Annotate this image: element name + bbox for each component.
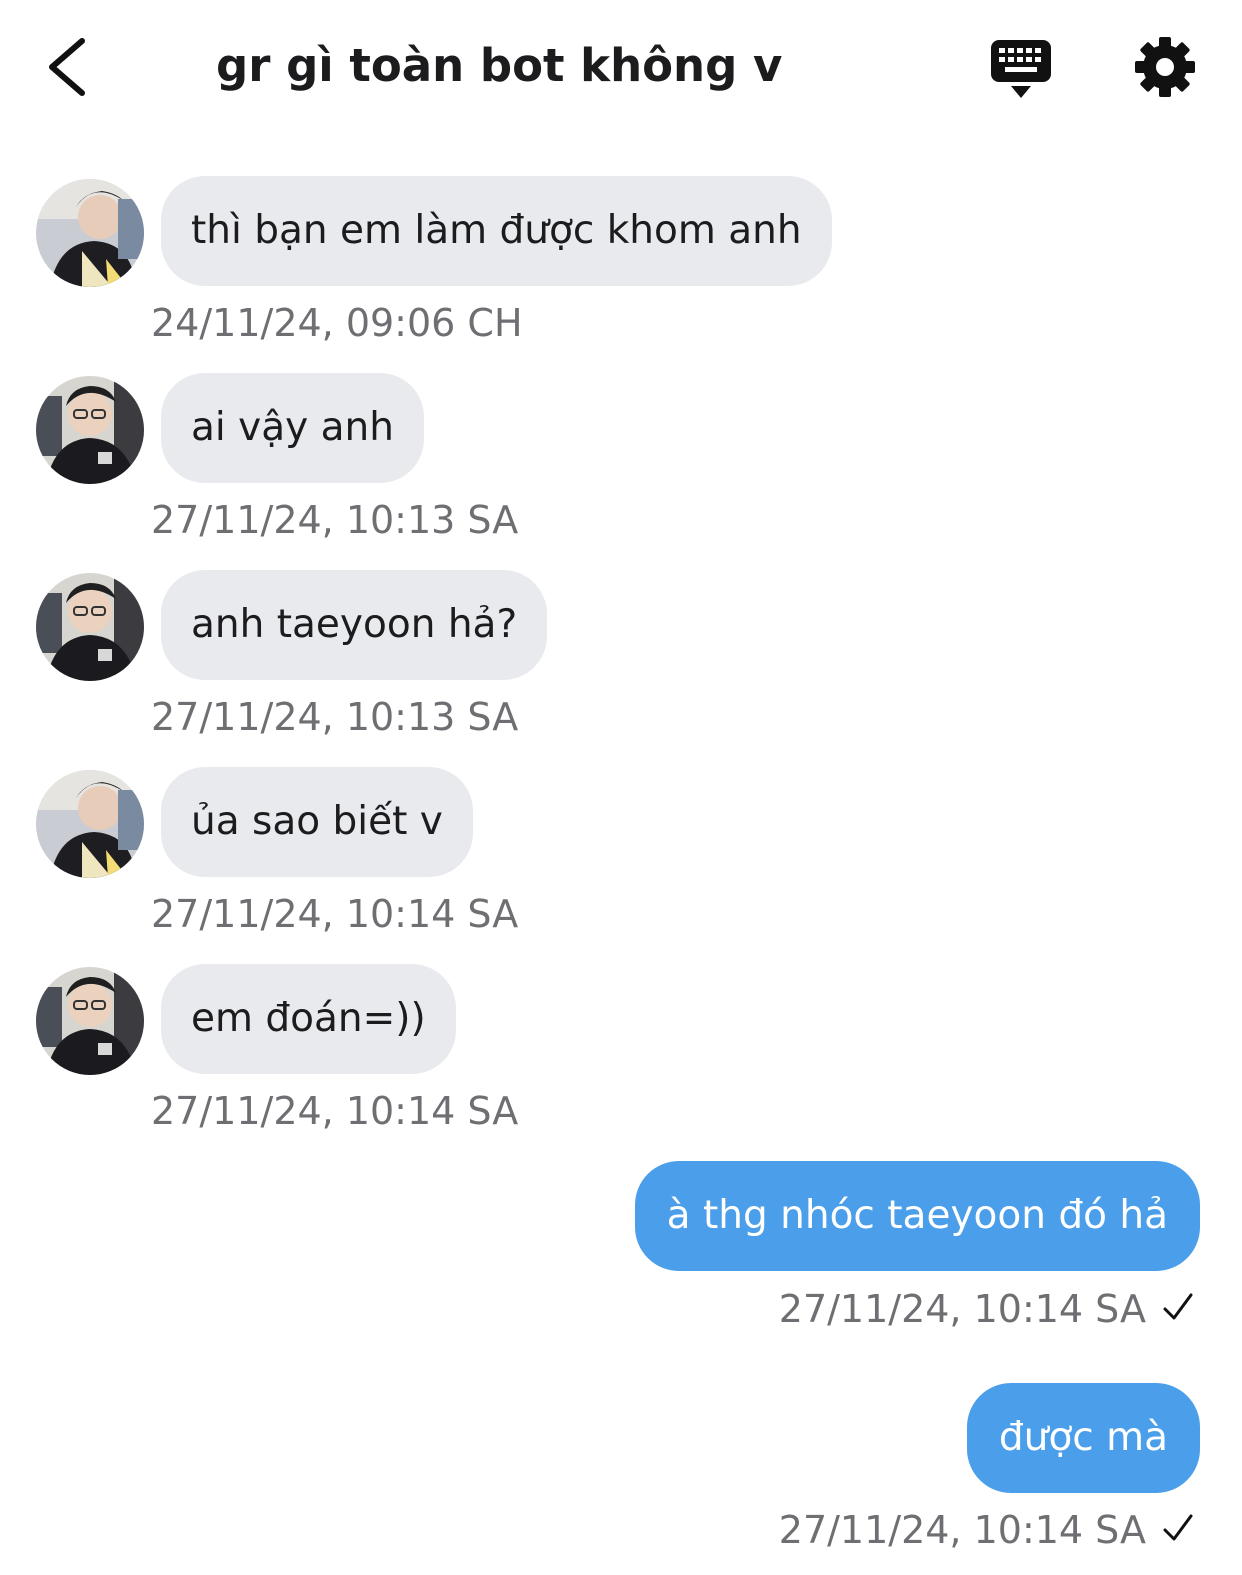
message-timestamp: 27/11/24, 10:14 SA	[779, 1507, 1194, 1553]
message-timestamp: 27/11/24, 10:13 SA	[151, 498, 519, 542]
message-timestamp: 27/11/24, 10:14 SA	[779, 1286, 1194, 1332]
message-text: thì bạn em làm được khom anh	[191, 208, 802, 253]
avatar-b-photo	[36, 376, 144, 484]
avatar-a-photo	[36, 770, 144, 878]
message-bubble-incoming[interactable]: ủa sao biết v	[161, 767, 473, 877]
settings-button[interactable]	[1134, 36, 1196, 98]
message-bubble-incoming[interactable]: em đoán=))	[161, 964, 456, 1074]
message-text: à thg nhóc taeyoon đó hả	[666, 1193, 1168, 1238]
avatar-a-photo	[36, 179, 144, 287]
message-bubble-outgoing[interactable]: à thg nhóc taeyoon đó hả	[634, 1161, 1200, 1271]
gear-icon	[1135, 37, 1195, 97]
message-time: 27/11/24, 10:14 SA	[778, 1287, 1146, 1331]
message-text: anh taeyoon hả?	[191, 602, 518, 647]
back-button[interactable]	[40, 35, 100, 99]
message-bubble-incoming[interactable]: anh taeyoon hả?	[161, 570, 548, 680]
message-text: ai vậy anh	[191, 405, 394, 450]
avatar[interactable]	[36, 573, 144, 681]
message-text: em đoán=))	[191, 996, 426, 1041]
sent-check-icon	[1162, 1507, 1194, 1553]
message-timestamp: 24/11/24, 09:06 CH	[151, 301, 523, 345]
chat-header: gr gì toàn bot không v	[0, 0, 1242, 135]
message-time: 27/11/24, 10:14 SA	[778, 1508, 1146, 1552]
message-timestamp: 27/11/24, 10:14 SA	[151, 1089, 519, 1133]
chat-title: gr gì toàn bot không v	[216, 39, 783, 92]
message-bubble-incoming[interactable]: ai vậy anh	[161, 373, 424, 483]
message-timestamp: 27/11/24, 10:13 SA	[151, 695, 519, 739]
avatar[interactable]	[36, 967, 144, 1075]
message-text: ủa sao biết v	[191, 799, 443, 844]
message-bubble-incoming[interactable]: thì bạn em làm được khom anh	[161, 176, 832, 286]
message-text: được mà	[998, 1415, 1168, 1460]
avatar[interactable]	[36, 376, 144, 484]
keyboard-icon	[991, 40, 1051, 98]
avatar[interactable]	[36, 770, 144, 878]
avatar[interactable]	[36, 179, 144, 287]
sent-check-icon	[1162, 1286, 1194, 1332]
message-bubble-outgoing[interactable]: được mà	[966, 1383, 1200, 1493]
avatar-b-photo	[36, 573, 144, 681]
avatar-b-photo	[36, 967, 144, 1075]
chevron-left-icon	[49, 38, 85, 96]
message-timestamp: 27/11/24, 10:14 SA	[151, 892, 519, 936]
keyboard-toggle-button[interactable]	[988, 38, 1054, 102]
